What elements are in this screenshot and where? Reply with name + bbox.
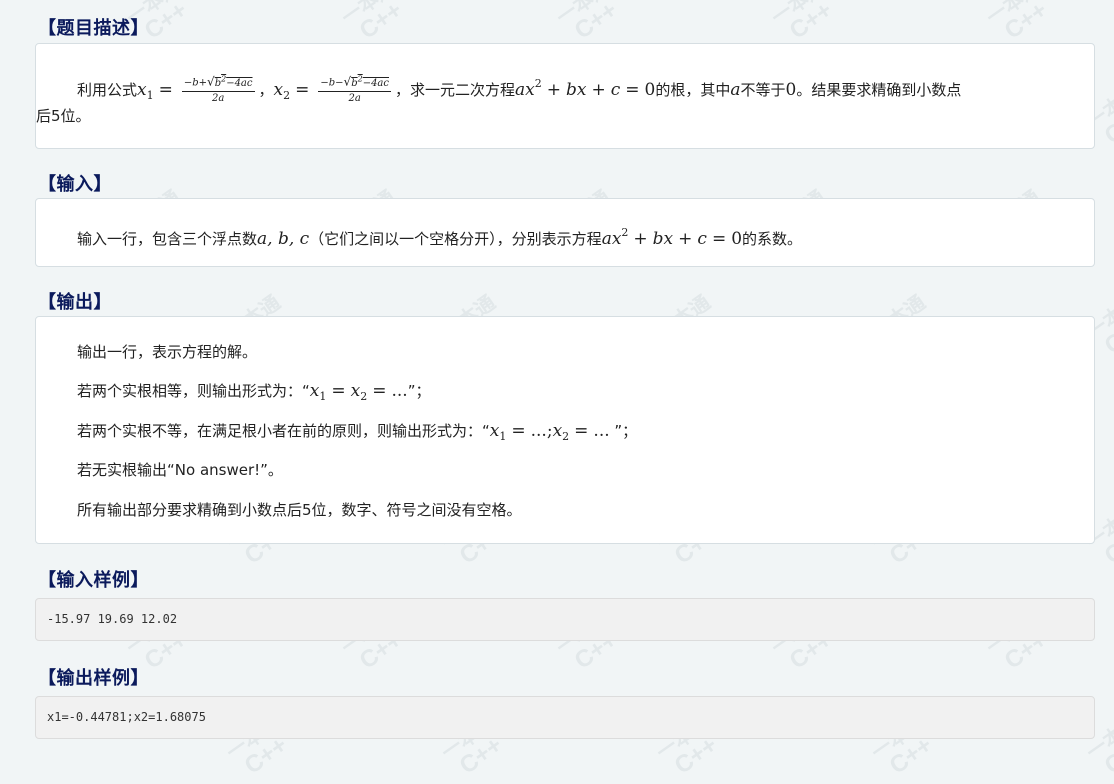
desc-text-4: 不等于 xyxy=(740,81,786,99)
output-card: 输出一行，表示方程的解。 若两个实根相等，则输出形式为：“x1 = x2 =...”；… xyxy=(35,316,1095,544)
input-card: 输入一行，包含三个浮点数a, b, c（它们之间以一个空格分开），分别表示方程a… xyxy=(35,198,1095,267)
output-text: ”； xyxy=(609,422,638,440)
watermark-text: C++ xyxy=(999,0,1053,45)
math-x2: x xyxy=(273,80,284,100)
desc-text-3: 的根，其中 xyxy=(655,81,731,99)
frac-num-prefix: −b− xyxy=(320,77,344,89)
desc-text-1: 利用公式 xyxy=(77,81,138,99)
math-dots: ...; xyxy=(530,421,553,441)
math-x2: x xyxy=(552,421,563,441)
description-paragraph-cont: 后5位。 xyxy=(36,103,1080,129)
input-text-3: 的系数。 xyxy=(742,230,803,248)
desc-text-6: 后5位。 xyxy=(36,107,91,125)
output-text: ”； xyxy=(407,382,431,400)
math-abc: a, b, c xyxy=(257,229,310,249)
watermark-text: C++ xyxy=(1099,521,1114,570)
math-x1: x xyxy=(309,381,320,401)
watermark-logo: 一本通C++ xyxy=(338,0,412,47)
desc-separator: ， xyxy=(258,81,274,99)
math-equals: = xyxy=(372,381,387,401)
math-sub-1: 1 xyxy=(146,89,154,102)
math-a: a xyxy=(730,80,741,100)
math-c: c xyxy=(610,80,621,100)
math-ax: ax xyxy=(515,80,535,100)
watermark-text: C++ xyxy=(1099,731,1114,780)
math-x1: x xyxy=(137,80,147,100)
math-dots: ... xyxy=(391,381,408,401)
watermark-glyph: 一本通 xyxy=(552,0,615,30)
math-equals: = xyxy=(711,229,727,249)
math-zero: 0 xyxy=(644,80,656,100)
output-paragraph-2: 若两个实根相等，则输出形式为：“x1 = x2 =...”； xyxy=(77,378,1080,410)
math-plus: + xyxy=(591,80,606,100)
desc-text-5: 。结果要求精确到小数点 xyxy=(796,81,962,99)
math-plus: + xyxy=(546,80,561,100)
output-paragraph-3: 若两个实根不等，在满足根小者在前的原则，则输出形式为：“x1 = ...;x2 =..… xyxy=(77,418,1080,450)
description-card: 利用公式x1 = −b+√b2−4ac 2a ，x2 = −b−√b2−4ac 2a ，求一元二… xyxy=(35,43,1095,149)
watermark-logo: 一本通C++ xyxy=(553,0,627,47)
watermark-glyph: 一本通 xyxy=(337,0,400,30)
watermark-glyph: 一本通 xyxy=(982,0,1045,30)
math-equals: = xyxy=(295,80,310,100)
desc-text-2: ，求一元二次方程 xyxy=(395,81,516,99)
frac-num-suffix: −4ac xyxy=(226,77,253,89)
root-formula-plus: −b+√b2−4ac 2a xyxy=(181,72,255,104)
output-text: 若两个实根相等，则输出形式为：“ xyxy=(77,382,310,400)
math-plus: + xyxy=(633,229,648,249)
math-c: c xyxy=(697,229,707,249)
math-x1: x xyxy=(489,421,500,441)
watermark-text: C++ xyxy=(784,0,838,45)
frac-num-prefix: −b+ xyxy=(183,77,208,89)
output-text: 若两个实根不等，在满足根小者在前的原则，则输出形式为：“ xyxy=(77,422,490,440)
math-zero: 0 xyxy=(731,229,743,249)
math-equals: = xyxy=(625,80,640,100)
sample-output-code: x1=-0.44781;x2=1.68075 xyxy=(35,696,1095,739)
math-x2: x xyxy=(350,381,361,401)
watermark-logo: 一本通C++ xyxy=(768,0,842,47)
watermark-text: C++ xyxy=(569,0,623,45)
watermark-text: C++ xyxy=(354,0,408,45)
math-equals: = xyxy=(331,381,346,401)
math-dots: ... xyxy=(593,421,610,441)
output-paragraph-4: 若无实根输出“No answer!”。 xyxy=(77,461,283,479)
watermark-text: C++ xyxy=(1099,311,1114,360)
watermark-glyph: 一本通 xyxy=(767,0,830,30)
section-heading-sample-output: 【输出样例】 xyxy=(38,668,149,689)
sqrt-icon: √ xyxy=(207,74,215,89)
watermark-logo: 一本通C++ xyxy=(983,0,1057,47)
math-bx: bx xyxy=(652,229,674,249)
section-heading-description: 【题目描述】 xyxy=(38,18,149,39)
watermark-text: C++ xyxy=(1099,101,1114,150)
math-plus: + xyxy=(678,229,693,249)
section-heading-output: 【输出】 xyxy=(38,292,112,313)
math-equals: = xyxy=(574,421,589,441)
output-paragraph-1: 输出一行，表示方程的解。 xyxy=(77,343,258,361)
sample-input-code: -15.97 19.69 12.02 xyxy=(35,598,1095,641)
math-square: 2 xyxy=(534,77,542,90)
frac-num-suffix: −4ac xyxy=(362,77,389,89)
input-paragraph: 输入一行，包含三个浮点数a, b, c（它们之间以一个空格分开），分别表示方程a… xyxy=(77,220,1080,252)
section-heading-input: 【输入】 xyxy=(38,174,112,195)
output-paragraph-5: 所有输出部分要求精确到小数点后5位，数字、符号之间没有空格。 xyxy=(77,501,522,519)
section-heading-sample-input: 【输入样例】 xyxy=(38,570,149,591)
math-zero: 0 xyxy=(785,80,797,100)
input-text-1: 输入一行，包含三个浮点数 xyxy=(77,230,258,248)
root-formula-minus: −b−√b2−4ac 2a xyxy=(318,72,391,104)
math-equals: = xyxy=(511,421,526,441)
math-bx: bx xyxy=(566,80,587,100)
math-equals: = xyxy=(158,80,173,100)
input-text-2: （它们之间以一个空格分开），分别表示方程 xyxy=(309,230,602,248)
math-ax: ax xyxy=(601,229,622,249)
